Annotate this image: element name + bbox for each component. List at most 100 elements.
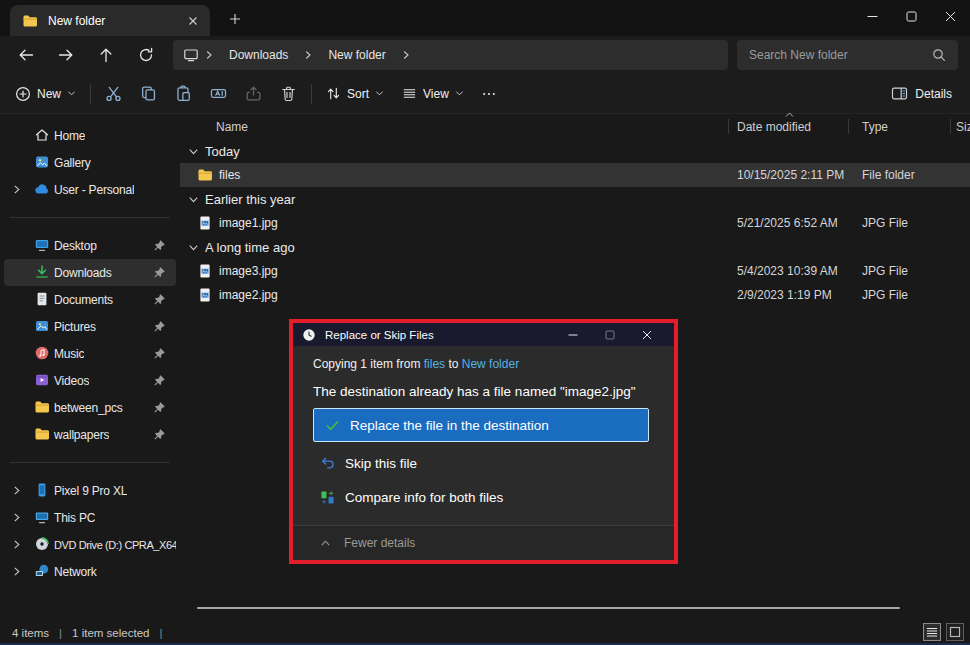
column-header-date-modified[interactable]: Date modified <box>728 120 848 134</box>
chevron-right-icon[interactable] <box>11 566 22 577</box>
breadcrumb-downloads[interactable]: Downloads <box>219 48 298 62</box>
search-icon <box>932 48 946 62</box>
group-label: A long time ago <box>205 240 295 255</box>
home-icon <box>34 127 50 143</box>
this-pc-icon <box>183 47 199 63</box>
sort-ascending-icon <box>785 112 794 118</box>
back-icon[interactable] <box>6 39 46 71</box>
sidebar-item-home[interactable]: Home <box>4 122 176 149</box>
source-link[interactable]: files <box>424 357 445 371</box>
window-controls <box>853 0 970 32</box>
chevron-right-icon <box>396 50 416 60</box>
rename-icon[interactable] <box>201 78 236 110</box>
sidebar-item-pixel-9-pro-xl[interactable]: Pixel 9 Pro XL <box>4 477 176 504</box>
replace-file-button[interactable]: Replace the file in the destination <box>313 408 649 442</box>
pin-icon <box>153 374 166 387</box>
dialog-minimize-icon[interactable] <box>554 323 591 346</box>
group-header-today[interactable]: Today <box>180 139 970 163</box>
details-view-icon[interactable] <box>923 623 941 641</box>
sidebar-item-gallery[interactable]: Gallery <box>4 149 176 176</box>
column-header-size[interactable]: Size <box>950 120 970 134</box>
file-date: 2/9/2023 1:19 PM <box>728 288 848 302</box>
tab-new-folder[interactable]: New folder <box>10 5 210 36</box>
dialog-title-bar: Replace or Skip Files <box>293 323 674 346</box>
pin-icon <box>153 239 166 252</box>
dialog-close-icon[interactable] <box>628 323 665 346</box>
file-row-image3[interactable]: image3.jpg 5/4/2023 10:39 AM JPG File <box>180 259 970 283</box>
sidebar-item-network[interactable]: Network <box>4 558 176 585</box>
file-type: JPG File <box>848 216 950 230</box>
downloads-icon <box>34 264 50 280</box>
sort-button[interactable]: Sort <box>317 78 393 110</box>
skip-file-button[interactable]: Skip this file <box>313 453 654 473</box>
compare-files-button[interactable]: Compare info for both files <box>313 487 654 507</box>
share-icon[interactable] <box>236 78 271 110</box>
file-row-image2[interactable]: image2.jpg 2/9/2023 1:19 PM JPG File <box>180 283 970 307</box>
chevron-right-icon[interactable] <box>11 512 22 523</box>
details-button[interactable]: Details <box>883 78 960 110</box>
sidebar-item-wallpapers[interactable]: wallpapers <box>4 421 176 448</box>
chevron-down-icon[interactable] <box>188 194 199 205</box>
file-row-files[interactable]: files 10/15/2025 2:11 PM File folder <box>180 163 970 187</box>
copy-icon[interactable] <box>131 78 166 110</box>
destination-link[interactable]: New folder <box>462 357 519 371</box>
sidebar-item-dvd-drive[interactable]: DVD Drive (D:) CPRA_X64FRE_ <box>4 531 176 558</box>
tab-close-icon[interactable] <box>182 10 204 32</box>
sidebar-item-documents[interactable]: Documents <box>4 286 176 313</box>
address-bar[interactable]: Downloads New folder <box>173 40 728 70</box>
file-date: 5/4/2023 10:39 AM <box>728 264 848 278</box>
close-icon[interactable] <box>931 0 970 32</box>
minimize-icon[interactable] <box>853 0 892 32</box>
chevron-down-icon[interactable] <box>188 242 199 253</box>
sidebar-item-between-pcs[interactable]: between_pcs <box>4 394 176 421</box>
horizontal-scrollbar[interactable] <box>197 607 900 609</box>
chevron-right-icon[interactable] <box>11 539 22 550</box>
maximize-icon[interactable] <box>892 0 931 32</box>
dialog-controls <box>554 323 665 346</box>
sidebar-divider <box>10 462 170 463</box>
fewer-details-button[interactable]: Fewer details <box>293 525 674 560</box>
group-header-a-long-time-ago[interactable]: A long time ago <box>180 235 970 259</box>
new-button[interactable]: New <box>6 78 85 110</box>
refresh-icon[interactable] <box>126 39 166 71</box>
delete-icon[interactable] <box>271 78 306 110</box>
up-icon[interactable] <box>86 39 126 71</box>
file-name: image1.jpg <box>219 216 278 230</box>
breadcrumb-new-folder[interactable]: New folder <box>318 48 395 62</box>
sidebar-item-music[interactable]: Music <box>4 340 176 367</box>
file-row-image1[interactable]: image1.jpg 5/21/2025 6:52 AM JPG File <box>180 211 970 235</box>
chevron-right-icon[interactable] <box>11 184 22 195</box>
pictures-icon <box>34 318 50 334</box>
column-header-type[interactable]: Type <box>848 120 950 134</box>
dialog-maximize-icon[interactable] <box>591 323 628 346</box>
tab-bar: New folder <box>0 0 970 36</box>
chevron-right-icon[interactable] <box>11 485 22 496</box>
sidebar-item-user-personal[interactable]: User - Personal <box>4 176 176 203</box>
search-input[interactable]: Search New folder <box>737 40 958 70</box>
sidebar-item-downloads[interactable]: Downloads <box>4 259 176 286</box>
navigation-bar: Downloads New folder Search New folder <box>0 36 970 74</box>
column-headers: Name Date modified Type Size <box>180 114 970 139</box>
copy-dialog-icon <box>302 328 316 342</box>
documents-icon <box>34 291 50 307</box>
column-header-name[interactable]: Name <box>180 120 728 134</box>
cut-icon[interactable] <box>96 78 131 110</box>
plus-circle-icon <box>15 86 31 102</box>
sidebar-item-videos[interactable]: Videos <box>4 367 176 394</box>
chevron-down-icon[interactable] <box>188 146 199 157</box>
new-tab-button[interactable] <box>220 4 250 34</box>
replace-or-skip-dialog: Replace or Skip Files Copying 1 item fro… <box>289 319 678 564</box>
group-header-earlier-this-year[interactable]: Earlier this year <box>180 187 970 211</box>
sidebar-item-pictures[interactable]: Pictures <box>4 313 176 340</box>
music-icon <box>34 345 50 361</box>
sidebar-item-this-pc[interactable]: This PC <box>4 504 176 531</box>
more-options-icon[interactable] <box>473 78 505 110</box>
large-icons-view-icon[interactable] <box>946 623 964 641</box>
paste-icon[interactable] <box>166 78 201 110</box>
toolbar-separator <box>311 84 312 104</box>
copy-summary: Copying 1 item from files to New folder <box>313 357 654 371</box>
view-button[interactable]: View <box>393 78 473 110</box>
pin-icon <box>153 428 166 441</box>
sidebar-item-desktop[interactable]: Desktop <box>4 232 176 259</box>
forward-icon[interactable] <box>46 39 86 71</box>
